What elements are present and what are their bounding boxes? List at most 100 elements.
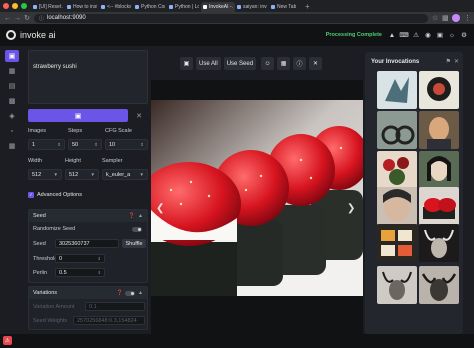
previous-image-icon[interactable]: ❮ — [156, 203, 164, 214]
images-field[interactable]: 1 ⇕ — [28, 139, 65, 150]
gallery-thumbnail[interactable] — [377, 151, 417, 189]
next-image-icon[interactable]: ❯ — [347, 203, 355, 214]
help-icon[interactable]: ❓ — [117, 290, 123, 296]
address-bar[interactable]: ⓘ localhost:9090 — [34, 13, 428, 23]
upscale-button[interactable]: ▦ — [277, 57, 291, 70]
extensions-icon[interactable]: ▩ — [442, 14, 449, 22]
gallery-thumbnail[interactable] — [377, 224, 417, 262]
checkbox[interactable]: ✓ — [28, 192, 34, 198]
minimize-window-button[interactable] — [12, 3, 18, 9]
gallery-thumbnail[interactable] — [419, 266, 459, 304]
forward-icon[interactable]: → — [14, 15, 21, 22]
threshold-input[interactable]: 0 ⇕ — [55, 254, 105, 263]
steps-field[interactable]: 50 ⇕ — [68, 139, 102, 150]
seed-panel-header[interactable]: Seed ❓ ▲ — [29, 210, 147, 222]
discord-icon[interactable]: ▣ — [436, 31, 444, 39]
height-select[interactable]: 512 ▼ — [65, 169, 99, 180]
bug-report-icon[interactable]: ⚠ — [412, 31, 420, 39]
close-window-button[interactable] — [3, 3, 9, 9]
gallery-thumbnail[interactable] — [419, 111, 459, 149]
tab-favicon-icon — [169, 5, 173, 9]
current-image[interactable] — [151, 100, 363, 296]
image-to-image-icon[interactable]: ▦ — [5, 65, 19, 77]
back-icon[interactable]: ← — [4, 15, 11, 22]
settings-icon[interactable]: ⚙ — [460, 31, 468, 39]
use-all-button[interactable]: Use All — [196, 57, 221, 70]
nodes-icon[interactable]: ◈ — [5, 110, 19, 122]
browser-tab[interactable]: saiyan: invoke — [235, 2, 269, 12]
maximize-window-button[interactable] — [21, 3, 27, 9]
advanced-options-toggle[interactable]: ✓ Advanced Options — [28, 192, 82, 198]
text-to-image-icon[interactable]: ▣ — [5, 50, 19, 62]
randomize-seed-row: Randomize Seed — [33, 226, 75, 232]
hotkeys-icon[interactable]: ⌨ — [399, 31, 408, 39]
reload-icon[interactable]: ↻ — [24, 14, 30, 22]
seed-weights-row: Seed Weights — [33, 318, 67, 324]
tab-favicon-icon — [101, 5, 105, 9]
browser-tab[interactable]: Python Com — [133, 2, 167, 12]
seed-panel: Seed ❓ ▲ Randomize Seed Seed 3025360737 … — [28, 209, 148, 283]
steps-value: 50 — [72, 141, 79, 148]
inpainting-icon[interactable]: ▤ — [5, 80, 19, 92]
gallery-thumbnail[interactable] — [419, 187, 459, 225]
gallery-thumbnail[interactable] — [419, 224, 459, 262]
help-icon[interactable]: ❓ — [129, 213, 135, 219]
gallery-thumbnail[interactable] — [377, 111, 417, 149]
randomize-seed-switch[interactable] — [132, 227, 142, 232]
browser-tab[interactable]: <-- #blocks — [99, 2, 133, 12]
stepper-icon[interactable]: ⇕ — [140, 142, 144, 148]
cancel-button[interactable]: ✕ — [133, 110, 145, 121]
seed-weights-input[interactable]: 2570256848:0.3,154824 — [73, 316, 145, 325]
stepper-icon[interactable]: ⇕ — [57, 142, 61, 148]
outpainting-icon[interactable]: ▩ — [5, 95, 19, 107]
prompt-input[interactable]: strawberry sushi — [28, 50, 148, 104]
browser-tab-active[interactable]: InvokeAI - A S — [201, 2, 235, 12]
use-seed-button[interactable]: Use Seed — [223, 57, 257, 70]
close-icon[interactable]: ✕ — [454, 58, 459, 65]
browser-tab[interactable]: New Tab — [269, 2, 303, 12]
perlin-input[interactable]: 0.5 ⇕ — [55, 268, 105, 277]
sampler-select[interactable]: k_euler_a ▼ — [102, 169, 148, 180]
browser-tab[interactable]: How to instal — [65, 2, 99, 12]
theme-icon[interactable]: ☼ — [448, 31, 456, 39]
delete-button[interactable]: ✕ — [309, 57, 323, 70]
variations-switch[interactable] — [125, 290, 136, 296]
menu-icon[interactable]: ⋮ — [464, 14, 471, 22]
browser-tab[interactable]: Python | Lo — [167, 2, 201, 12]
height-label: Height — [65, 158, 81, 164]
seed-input[interactable]: 3025360737 — [55, 239, 119, 248]
tab-favicon-icon — [67, 5, 71, 9]
postprocess-icon[interactable]: ▫ — [5, 125, 19, 137]
variation-amount-input[interactable]: 0.1 — [85, 302, 145, 311]
stepper-icon[interactable]: ⇕ — [94, 142, 98, 148]
gallery-thumbnail[interactable] — [419, 151, 459, 189]
gallery-thumbnail[interactable] — [377, 266, 417, 304]
send-to-image-button[interactable]: ▣ — [180, 57, 193, 70]
tab-title: Python Com — [141, 4, 165, 10]
invoke-button[interactable]: ▣ — [28, 109, 128, 122]
profile-avatar[interactable] — [452, 14, 460, 22]
new-tab-button[interactable]: + — [305, 2, 310, 11]
threshold-row: Threshold — [33, 256, 57, 262]
stepper-icon[interactable]: ⇕ — [98, 256, 101, 261]
prompt-text: strawberry sushi — [33, 64, 77, 70]
info-button[interactable]: ⓘ — [293, 57, 307, 70]
cfg-scale-field[interactable]: 10 ⇕ — [105, 139, 148, 150]
gallery-thumbnail[interactable] — [377, 187, 417, 225]
shuffle-button[interactable]: Shuffle — [122, 239, 146, 248]
variations-panel-header[interactable]: Variations ❓ ▲ — [29, 287, 147, 299]
pin-icon[interactable]: ⚑ — [446, 58, 451, 65]
share-icon[interactable]: ☆ — [432, 14, 438, 22]
github-icon[interactable]: ◉ — [424, 31, 432, 39]
stepper-icon[interactable]: ⇕ — [98, 270, 101, 275]
model-icon[interactable]: ▲ — [388, 31, 396, 39]
width-select[interactable]: 512 ▼ — [28, 169, 62, 180]
bug-report-button[interactable]: ⚠ — [3, 336, 12, 345]
browser-tab[interactable]: [UI] Reset / A — [31, 2, 65, 12]
restore-faces-button[interactable]: ☺ — [261, 57, 275, 70]
threshold-value: 0 — [59, 255, 63, 262]
browser-toolbar: ← → ↻ ⓘ localhost:9090 ☆ ▩ ⋮ — [0, 12, 474, 24]
training-icon[interactable]: ▦ — [5, 140, 19, 152]
gallery-thumbnail[interactable] — [419, 71, 459, 109]
gallery-thumbnail[interactable] — [377, 71, 417, 109]
